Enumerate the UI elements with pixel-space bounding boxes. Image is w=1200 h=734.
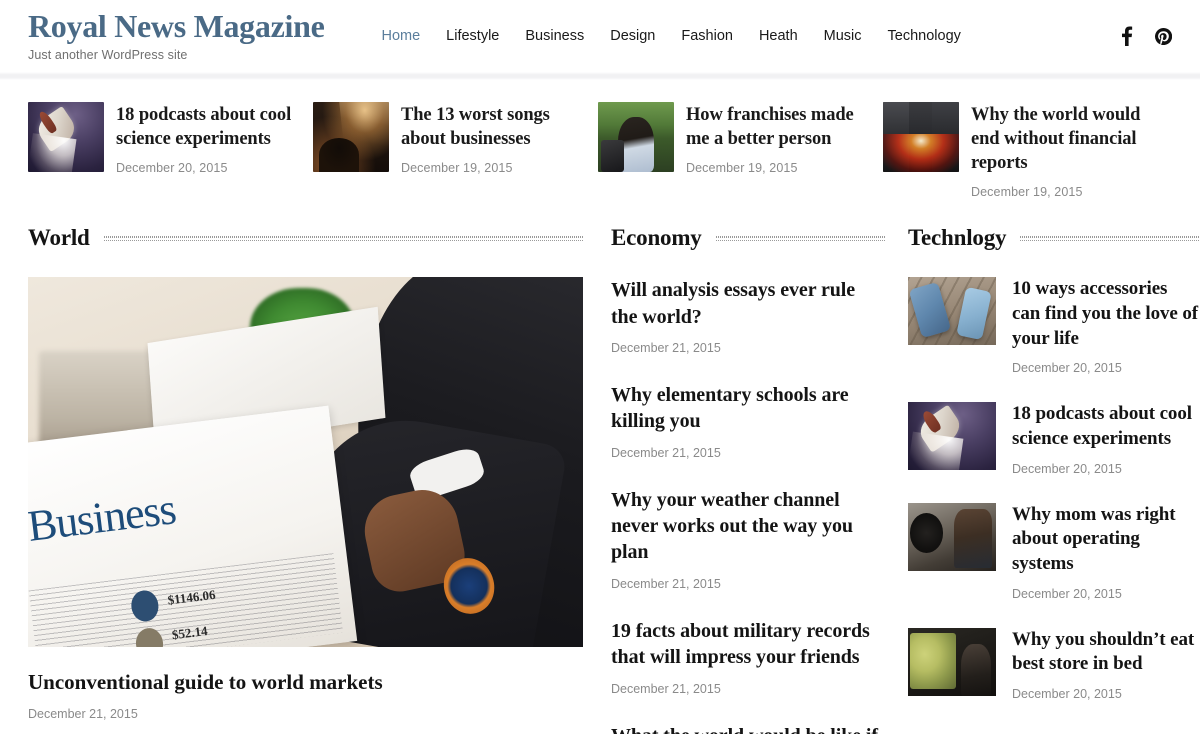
section-header-economy: Economy bbox=[611, 225, 886, 251]
concert-crowd-image bbox=[313, 102, 389, 172]
top-story-date: December 20, 2015 bbox=[116, 161, 228, 176]
world-feature-image[interactable]: Business $1146.06 $52.14 bbox=[28, 277, 583, 648]
businessman-newspaper-image: Business $1146.06 $52.14 bbox=[28, 277, 583, 648]
list-item[interactable]: What the world would be like if medicine… bbox=[611, 723, 885, 734]
technology-article-date: December 20, 2015 bbox=[1012, 687, 1122, 702]
section-divider-ornament bbox=[1020, 233, 1200, 243]
technology-article-title[interactable]: Why mom was right about operating system… bbox=[1012, 503, 1200, 577]
top-story-thumbnail[interactable] bbox=[883, 102, 959, 172]
top-story-thumbnail[interactable] bbox=[28, 102, 104, 172]
economy-article-title[interactable]: Will analysis essays ever rule the world… bbox=[611, 277, 885, 330]
economy-article-title[interactable]: Why elementary schools are killing you bbox=[611, 382, 885, 435]
smartphones-image bbox=[908, 277, 996, 346]
list-item[interactable]: 19 facts about military records that wil… bbox=[611, 618, 885, 696]
city-skyline-image bbox=[883, 102, 959, 172]
site-title[interactable]: Royal News Magazine bbox=[28, 10, 325, 44]
column-world: World Business $1146.06 $52.14 Unconvent… bbox=[28, 225, 611, 721]
technology-article-title[interactable]: 18 podcasts about cool science experimen… bbox=[1012, 402, 1200, 451]
technology-thumbnail[interactable] bbox=[908, 627, 996, 696]
technology-thumbnail[interactable] bbox=[908, 502, 996, 571]
column-economy: Economy Will analysis essays ever rule t… bbox=[611, 225, 908, 734]
man-with-tablet-image bbox=[598, 102, 674, 172]
section-divider-ornament bbox=[103, 233, 584, 243]
list-item[interactable]: Why elementary schools are killing you D… bbox=[611, 382, 885, 460]
nav-item-business[interactable]: Business bbox=[512, 0, 597, 72]
facebook-icon[interactable] bbox=[1118, 26, 1136, 46]
nav-item-home[interactable]: Home bbox=[368, 0, 433, 72]
top-story-card[interactable]: Why the world would end without financia… bbox=[883, 102, 1168, 199]
section-title: Economy bbox=[611, 225, 702, 251]
list-item[interactable]: 10 ways accessories can find you the lov… bbox=[908, 277, 1200, 375]
nav-item-technology[interactable]: Technology bbox=[875, 0, 974, 72]
top-story-title[interactable]: Why the world would end without financia… bbox=[971, 103, 1158, 175]
section-title: Technlogy bbox=[908, 225, 1007, 251]
list-item[interactable]: Why your weather channel never works out… bbox=[611, 487, 885, 591]
site-header: Royal News Magazine Just another WordPre… bbox=[0, 0, 1200, 72]
technology-article-date: December 20, 2015 bbox=[1012, 361, 1122, 376]
nav-item-music[interactable]: Music bbox=[811, 0, 875, 72]
site-tagline: Just another WordPress site bbox=[28, 47, 188, 62]
world-feature-title[interactable]: Unconventional guide to world markets bbox=[28, 669, 583, 696]
top-story-title[interactable]: How franchises made me a better person bbox=[686, 103, 873, 151]
economy-article-title[interactable]: What the world would be like if medicine… bbox=[611, 723, 885, 734]
economy-article-title[interactable]: 19 facts about military records that wil… bbox=[611, 618, 885, 671]
map-and-person-image bbox=[908, 627, 996, 696]
top-story-date: December 19, 2015 bbox=[401, 161, 513, 176]
list-item[interactable]: Why you shouldn’t eat best store in bed … bbox=[908, 627, 1200, 702]
man-with-equipment-image bbox=[908, 502, 996, 571]
section-header-technology: Technlogy bbox=[908, 225, 1200, 251]
list-item[interactable]: Why mom was right about operating system… bbox=[908, 502, 1200, 601]
technology-article-title[interactable]: Why you shouldn’t eat best store in bed bbox=[1012, 628, 1200, 677]
social-links bbox=[1118, 26, 1172, 46]
top-story-title[interactable]: 18 podcasts about cool science experimen… bbox=[116, 103, 303, 151]
primary-navigation[interactable]: Home Lifestyle Business Design Fashion H… bbox=[368, 0, 973, 72]
economy-article-title[interactable]: Why your weather channel never works out… bbox=[611, 487, 885, 566]
section-divider-ornament bbox=[715, 233, 886, 243]
list-item[interactable]: 18 podcasts about cool science experimen… bbox=[908, 402, 1200, 476]
economy-article-date: December 21, 2015 bbox=[611, 681, 721, 696]
nav-item-lifestyle[interactable]: Lifestyle bbox=[433, 0, 512, 72]
technology-thumbnail[interactable] bbox=[908, 402, 996, 471]
technology-article-title[interactable]: 10 ways accessories can find you the lov… bbox=[1012, 277, 1200, 351]
economy-article-date: December 21, 2015 bbox=[611, 340, 721, 355]
shuttle-launch-image bbox=[908, 402, 996, 471]
top-story-date: December 19, 2015 bbox=[686, 161, 798, 176]
top-story-card[interactable]: How franchises made me a better person D… bbox=[598, 102, 883, 175]
economy-article-date: December 21, 2015 bbox=[611, 445, 721, 460]
world-feature-date: December 21, 2015 bbox=[28, 707, 138, 722]
pinterest-icon[interactable] bbox=[1154, 26, 1172, 46]
header-divider bbox=[0, 72, 1200, 80]
top-story-title[interactable]: The 13 worst songs about businesses bbox=[401, 103, 588, 151]
column-technology: Technlogy 10 ways accessories can find y… bbox=[908, 225, 1200, 728]
top-story-thumbnail[interactable] bbox=[313, 102, 389, 172]
economy-article-date: December 21, 2015 bbox=[611, 576, 721, 591]
nav-item-fashion[interactable]: Fashion bbox=[668, 0, 746, 72]
newspaper-masthead-text: Business bbox=[28, 483, 179, 551]
nav-item-design[interactable]: Design bbox=[597, 0, 668, 72]
top-story-strip: 18 podcasts about cool science experimen… bbox=[0, 80, 1200, 213]
top-story-date: December 19, 2015 bbox=[971, 185, 1083, 200]
top-story-thumbnail[interactable] bbox=[598, 102, 674, 172]
section-title: World bbox=[28, 225, 90, 251]
content-columns: World Business $1146.06 $52.14 Unconvent… bbox=[0, 213, 1200, 734]
shuttle-launch-image bbox=[28, 102, 104, 172]
top-story-card[interactable]: 18 podcasts about cool science experimen… bbox=[28, 102, 313, 175]
top-story-card[interactable]: The 13 worst songs about businesses Dece… bbox=[313, 102, 598, 175]
technology-article-date: December 20, 2015 bbox=[1012, 586, 1122, 601]
nav-item-heath[interactable]: Heath bbox=[746, 0, 811, 72]
section-header-world: World bbox=[28, 225, 584, 251]
technology-article-date: December 20, 2015 bbox=[1012, 461, 1122, 476]
technology-thumbnail[interactable] bbox=[908, 277, 996, 346]
list-item[interactable]: Will analysis essays ever rule the world… bbox=[611, 277, 885, 355]
site-branding[interactable]: Royal News Magazine Just another WordPre… bbox=[28, 10, 325, 62]
